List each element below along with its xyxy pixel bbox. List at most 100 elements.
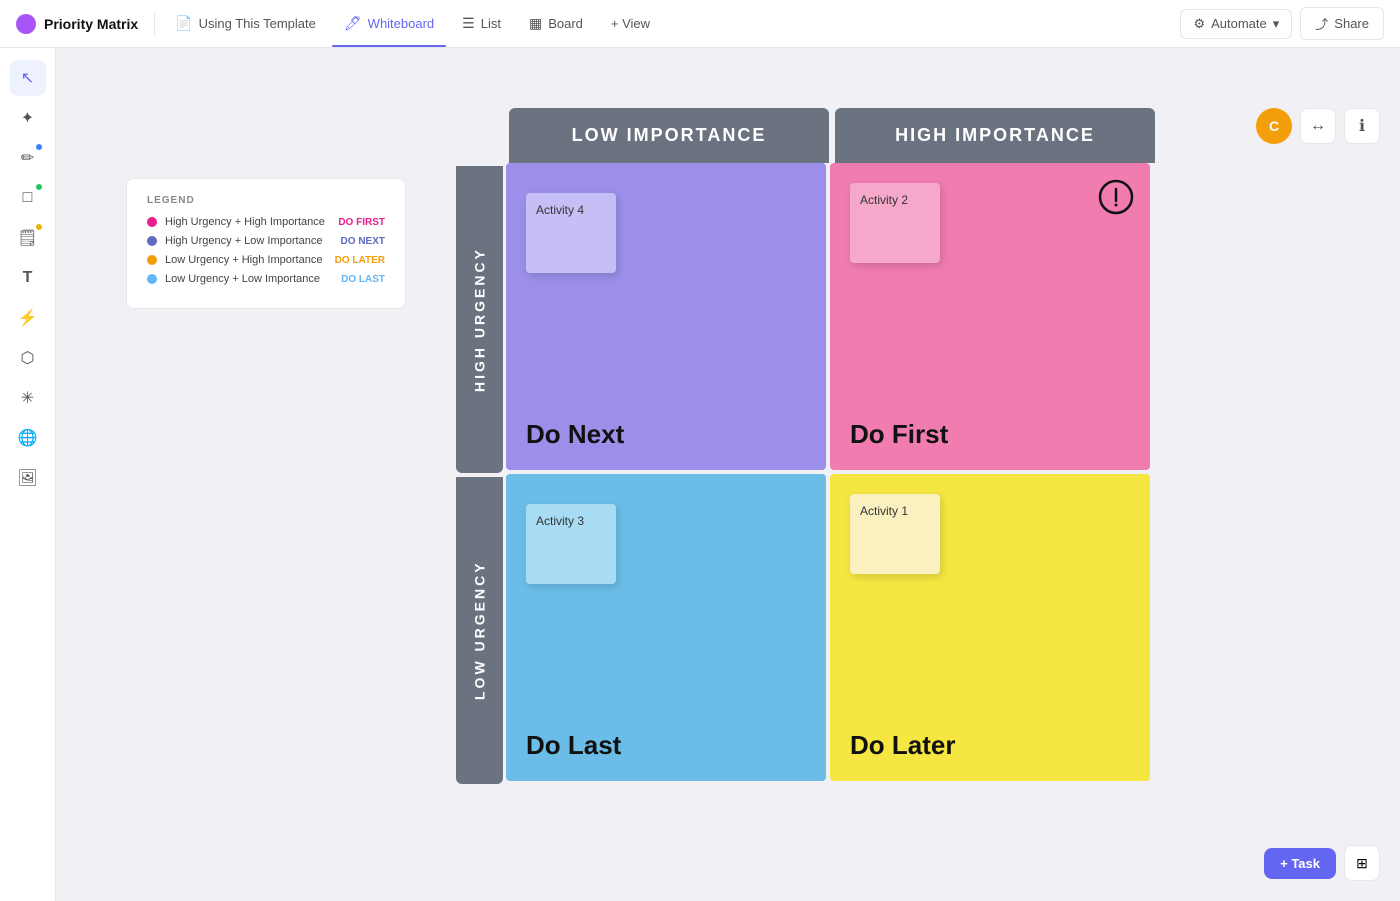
sparkle-icon: ⚡ — [18, 308, 38, 328]
cell-do-first[interactable]: Activity 2 Do First — [830, 163, 1150, 470]
matrix-row-labels: HIGH URGENCY LOW URGENCY — [456, 166, 503, 784]
legend-badge-do-first: DO FIRST — [338, 217, 385, 228]
tool-text[interactable]: T — [10, 260, 46, 296]
sticky-activity-3-label: Activity 3 — [536, 514, 584, 528]
cell-do-later[interactable]: Activity 1 Do Later — [830, 474, 1150, 781]
add-task-label: + Task — [1280, 856, 1320, 871]
sticky-activity-1-label: Activity 1 — [860, 504, 908, 518]
tool-network[interactable]: ⬡ — [10, 340, 46, 376]
pen-dot — [36, 144, 42, 150]
left-toolbar: ↖ ✦ ✏ □ 🗒 T ⚡ ⬡ ✳ 🌐 — [0, 48, 56, 901]
tab-list-label: List — [481, 16, 501, 31]
cell-do-later-label: Do Later — [850, 730, 955, 761]
tab-whiteboard[interactable]: 🖊 Whiteboard — [332, 9, 446, 38]
note-dot — [36, 224, 42, 230]
share-label: Share — [1334, 16, 1369, 31]
add-task-button[interactable]: + Task — [1264, 848, 1336, 879]
legend-badge-do-next: DO NEXT — [341, 236, 385, 247]
tool-note[interactable]: 🗒 — [10, 220, 46, 256]
legend-item-do-first: High Urgency + High Importance DO FIRST — [147, 216, 385, 228]
priority-matrix: LOW IMPORTANCE HIGH IMPORTANCE HIGH URGE… — [456, 108, 1158, 784]
share-icon: ⤴ — [1315, 14, 1328, 33]
col-header-high-importance: HIGH IMPORTANCE — [835, 108, 1155, 163]
tab-whiteboard-label: Whiteboard — [368, 16, 434, 31]
expand-icon-button[interactable]: ↔ — [1300, 108, 1336, 144]
add-view-button[interactable]: + View — [599, 10, 662, 37]
expand-icon: ↔ — [1310, 117, 1326, 135]
sticky-activity-4[interactable]: Activity 4 — [526, 193, 616, 273]
bottom-right-actions: + Task ⊞ — [1264, 845, 1380, 881]
legend-item-do-last: Low Urgency + Low Importance DO LAST — [147, 273, 385, 285]
matrix-row-low-urgency: Activity 3 Do Last Activity 1 Do Later — [506, 474, 1150, 781]
cell-do-last[interactable]: Activity 3 Do Last — [506, 474, 826, 781]
legend-panel: LEGEND High Urgency + High Importance DO… — [126, 178, 406, 309]
automate-label: Automate — [1211, 16, 1267, 31]
cell-do-next[interactable]: Activity 4 Do Next — [506, 163, 826, 470]
tool-shape[interactable]: □ — [10, 180, 46, 216]
add-view-label: + View — [611, 16, 650, 31]
col-header-high-label: HIGH IMPORTANCE — [895, 125, 1095, 146]
row-label-high-urgency: HIGH URGENCY — [456, 166, 503, 473]
app-title: Priority Matrix — [44, 16, 138, 32]
shape-icon: □ — [23, 189, 33, 207]
tool-image[interactable]: 🖼 — [10, 460, 46, 496]
legend-badge-do-later: DO LATER — [335, 255, 385, 266]
row-label-low-urgency: LOW URGENCY — [456, 477, 503, 784]
main-layout: ↖ ✦ ✏ □ 🗒 T ⚡ ⬡ ✳ 🌐 — [0, 48, 1400, 901]
canvas[interactable]: LEGEND High Urgency + High Importance DO… — [56, 48, 1400, 901]
tab-board-label: Board — [548, 16, 583, 31]
sticky-activity-1[interactable]: Activity 1 — [850, 494, 940, 574]
grid-view-button[interactable]: ⊞ — [1344, 845, 1380, 881]
tab-using-template-label: Using This Template — [199, 16, 316, 31]
tool-cursor[interactable]: ↖ — [10, 60, 46, 96]
automate-icon: ⚙ — [1193, 16, 1205, 32]
app-logo: Priority Matrix — [16, 14, 138, 34]
avatar: C — [1256, 108, 1292, 144]
col-header-low-importance: LOW IMPORTANCE — [509, 108, 829, 163]
legend-dot-do-next — [147, 236, 157, 246]
cell-do-first-label: Do First — [850, 419, 948, 450]
cell-do-next-label: Do Next — [526, 419, 624, 450]
document-icon: 📄 — [175, 15, 192, 32]
tool-magic[interactable]: ✦ — [10, 100, 46, 136]
pen-icon: ✏ — [21, 148, 34, 168]
col-header-low-label: LOW IMPORTANCE — [572, 125, 767, 146]
tool-star-cross[interactable]: ✳ — [10, 380, 46, 416]
tool-pen[interactable]: ✏ — [10, 140, 46, 176]
info-icon: ℹ — [1359, 116, 1365, 136]
matrix-body: HIGH URGENCY LOW URGENCY Activity — [456, 163, 1158, 784]
tab-using-template[interactable]: 📄 Using This Template — [163, 9, 328, 38]
top-nav: Priority Matrix 📄 Using This Template 🖊 … — [0, 0, 1400, 48]
alert-icon — [1098, 179, 1134, 222]
logo-icon — [16, 14, 36, 34]
legend-item-do-later: Low Urgency + High Importance DO LATER — [147, 254, 385, 266]
cell-do-last-label: Do Last — [526, 730, 621, 761]
shape-dot — [36, 184, 42, 190]
top-right-icons: C ↔ ℹ — [1256, 108, 1380, 144]
tool-globe[interactable]: 🌐 — [10, 420, 46, 456]
tab-list[interactable]: ☰ List — [450, 9, 513, 38]
tab-board[interactable]: ▦ Board — [517, 9, 595, 38]
grid-icon: ⊞ — [1356, 855, 1368, 872]
share-button[interactable]: ⤴ Share — [1300, 7, 1384, 40]
legend-title: LEGEND — [147, 195, 385, 206]
legend-dot-do-later — [147, 255, 157, 265]
nav-divider-1 — [154, 12, 155, 36]
sticky-activity-2-label: Activity 2 — [860, 193, 908, 207]
info-icon-button[interactable]: ℹ — [1344, 108, 1380, 144]
avatar-initial: C — [1269, 118, 1279, 134]
legend-label-do-first: High Urgency + High Importance — [165, 216, 330, 228]
automate-button[interactable]: ⚙ Automate ▾ — [1180, 9, 1292, 39]
tool-sparkle[interactable]: ⚡ — [10, 300, 46, 336]
cursor-icon: ↖ — [21, 68, 34, 88]
legend-badge-do-last: DO LAST — [341, 274, 385, 285]
text-icon: T — [23, 269, 33, 287]
row-label-low-text: LOW URGENCY — [472, 561, 488, 701]
legend-dot-do-last — [147, 274, 157, 284]
note-icon: 🗒 — [17, 228, 37, 248]
sticky-activity-2[interactable]: Activity 2 — [850, 183, 940, 263]
network-icon: ⬡ — [21, 348, 35, 368]
sticky-activity-3[interactable]: Activity 3 — [526, 504, 616, 584]
nav-right: ⚙ Automate ▾ ⤴ Share — [1180, 7, 1384, 40]
magic-icon: ✦ — [21, 108, 34, 128]
